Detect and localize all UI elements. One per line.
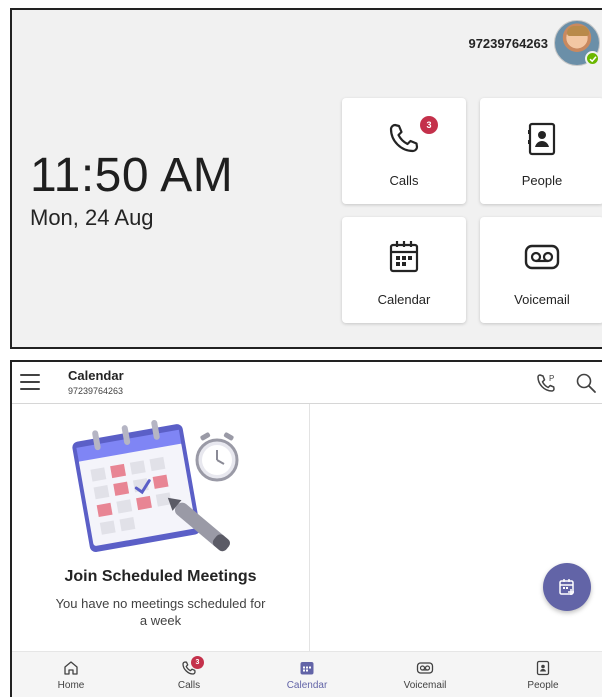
empty-state-subtitle: You have no meetings scheduled for a wee… (55, 596, 266, 628)
nav-voicemail[interactable]: Voicemail (366, 652, 484, 697)
bottom-navigation: Home 3 Calls Calendar Voicemail People (12, 651, 602, 697)
calendar-illustration (72, 419, 239, 552)
calendar-tile-label: Calendar (377, 292, 431, 307)
menu-icon[interactable] (20, 374, 40, 390)
new-meeting-button[interactable] (543, 563, 591, 611)
voicemail-tile[interactable]: Voicemail (480, 217, 602, 323)
calendar-tile[interactable]: Calendar (342, 217, 466, 323)
nav-home-label: Home (57, 679, 85, 691)
calendar-icon (300, 661, 314, 674)
people-tile[interactable]: People (480, 98, 602, 204)
calendar-body: Join Scheduled Meetings You have no meet… (12, 404, 602, 651)
clock: 11:50 AM Mon, 24 Aug (30, 148, 233, 231)
nav-home[interactable]: Home (12, 652, 130, 697)
nav-people-label: People (527, 679, 559, 691)
user-info: 97239764263 (468, 20, 600, 66)
nav-people[interactable]: People (484, 652, 602, 697)
phone-icon (389, 123, 419, 153)
divider (309, 404, 310, 651)
alarm-clock-icon (195, 432, 239, 482)
nav-calls[interactable]: 3 Calls (130, 652, 248, 697)
app-header: Calendar 97239764263 P (12, 362, 602, 404)
calls-nav-badge: 3 (191, 656, 204, 669)
svg-text:P: P (549, 374, 554, 383)
voicemail-icon (416, 661, 434, 674)
nav-voicemail-label: Voicemail (403, 679, 447, 691)
home-icon (64, 660, 78, 675)
contact-card-icon (536, 660, 550, 675)
calls-badge: 3 (420, 116, 438, 134)
phone-number: 97239764263 (468, 35, 548, 51)
presence-available-icon (585, 51, 600, 66)
people-tile-label: People (521, 173, 563, 188)
nav-calendar-label: Calendar (286, 679, 328, 691)
voicemail-tile-label: Voicemail (514, 292, 570, 307)
park-call-icon[interactable]: P (534, 371, 558, 395)
clock-time: 11:50 AM (30, 149, 234, 202)
page-subtitle: 97239764263 (68, 386, 124, 396)
add-calendar-event-icon (559, 579, 574, 595)
home-screen: 97239764263 11:50 AM Mon, 24 Aug 3 Calls (10, 8, 602, 349)
calendar-icon (389, 241, 419, 273)
nav-calls-label: Calls (177, 679, 201, 691)
calls-tile[interactable]: 3 Calls (342, 98, 466, 204)
contact-card-icon (528, 122, 556, 156)
clock-date: Mon, 24 Aug (30, 205, 154, 230)
search-icon[interactable] (574, 371, 598, 395)
voicemail-icon (524, 244, 560, 270)
calls-tile-label: Calls (389, 173, 419, 188)
page-title: Calendar (68, 368, 124, 383)
app-tiles: 3 Calls People Calendar Voicemail (342, 98, 602, 323)
nav-calendar[interactable]: Calendar (248, 652, 366, 697)
calendar-screen: Calendar 97239764263 P Join Scheduled Me… (10, 360, 602, 697)
empty-state-title: Join Scheduled Meetings (64, 568, 257, 585)
avatar[interactable] (554, 20, 600, 66)
